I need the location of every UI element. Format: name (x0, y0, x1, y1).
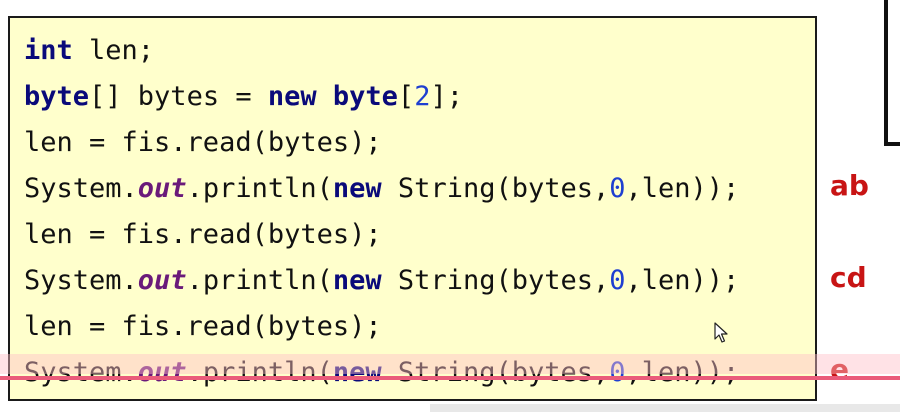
code-text: String(bytes, (381, 265, 610, 296)
code-line-7: len = fis.read(bytes); (24, 304, 382, 350)
keyword-byte: byte (332, 81, 398, 112)
code-text: ,len)); (625, 173, 740, 204)
code-text: .println( (186, 265, 333, 296)
code-text: [] bytes = (89, 81, 268, 112)
code-text: len = fis.read(bytes); (24, 219, 382, 250)
keyword-new: new (332, 357, 382, 388)
keyword-new: new (332, 173, 382, 204)
code-text: len; (72, 35, 155, 66)
code-text: len = fis.read(bytes); (24, 311, 382, 342)
field-out: out (137, 265, 187, 296)
code-line-5: len = fis.read(bytes); (24, 212, 382, 258)
output-label-e: e (830, 353, 849, 386)
code-text: .println( (186, 357, 333, 388)
code-text: System. (24, 265, 138, 296)
code-line-1: int len; (24, 28, 154, 74)
keyword-new: new (332, 265, 382, 296)
code-text: ,len)); (625, 265, 740, 296)
code-text: .println( (186, 173, 333, 204)
code-line-3: len = fis.read(bytes); (24, 120, 382, 166)
code-text: ,len)); (625, 357, 740, 388)
output-label-cd: cd (830, 261, 867, 294)
code-line-2: byte[] bytes = new byte[2]; (24, 74, 463, 120)
number-literal: 0 (609, 265, 626, 296)
code-text: String(bytes, (381, 173, 610, 204)
code-line-8: System.out.println(new String(bytes,0,le… (24, 350, 739, 396)
keyword-new: new (267, 81, 317, 112)
code-text: System. (24, 357, 138, 388)
code-line-6: System.out.println(new String(bytes,0,le… (24, 258, 739, 304)
mouse-pointer-icon (714, 322, 728, 343)
code-block: int len; byte[] bytes = new byte[2]; len… (8, 16, 817, 401)
code-text: String(bytes, (381, 357, 610, 388)
code-text: [ (397, 81, 415, 112)
keyword-byte: byte (24, 81, 90, 112)
number-literal: 0 (609, 357, 626, 388)
code-line-4: System.out.println(new String(bytes,0,le… (24, 166, 739, 212)
code-text: ]; (430, 81, 463, 112)
bottom-strip (430, 404, 900, 412)
number-literal: 2 (414, 81, 431, 112)
field-out: out (137, 357, 187, 388)
code-text: len = fis.read(bytes); (24, 127, 382, 158)
bracket-decoration (884, 0, 900, 146)
number-literal: 0 (609, 173, 626, 204)
code-text: System. (24, 173, 138, 204)
keyword-int: int (24, 35, 73, 66)
output-label-ab: ab (830, 169, 869, 202)
field-out: out (137, 173, 187, 204)
